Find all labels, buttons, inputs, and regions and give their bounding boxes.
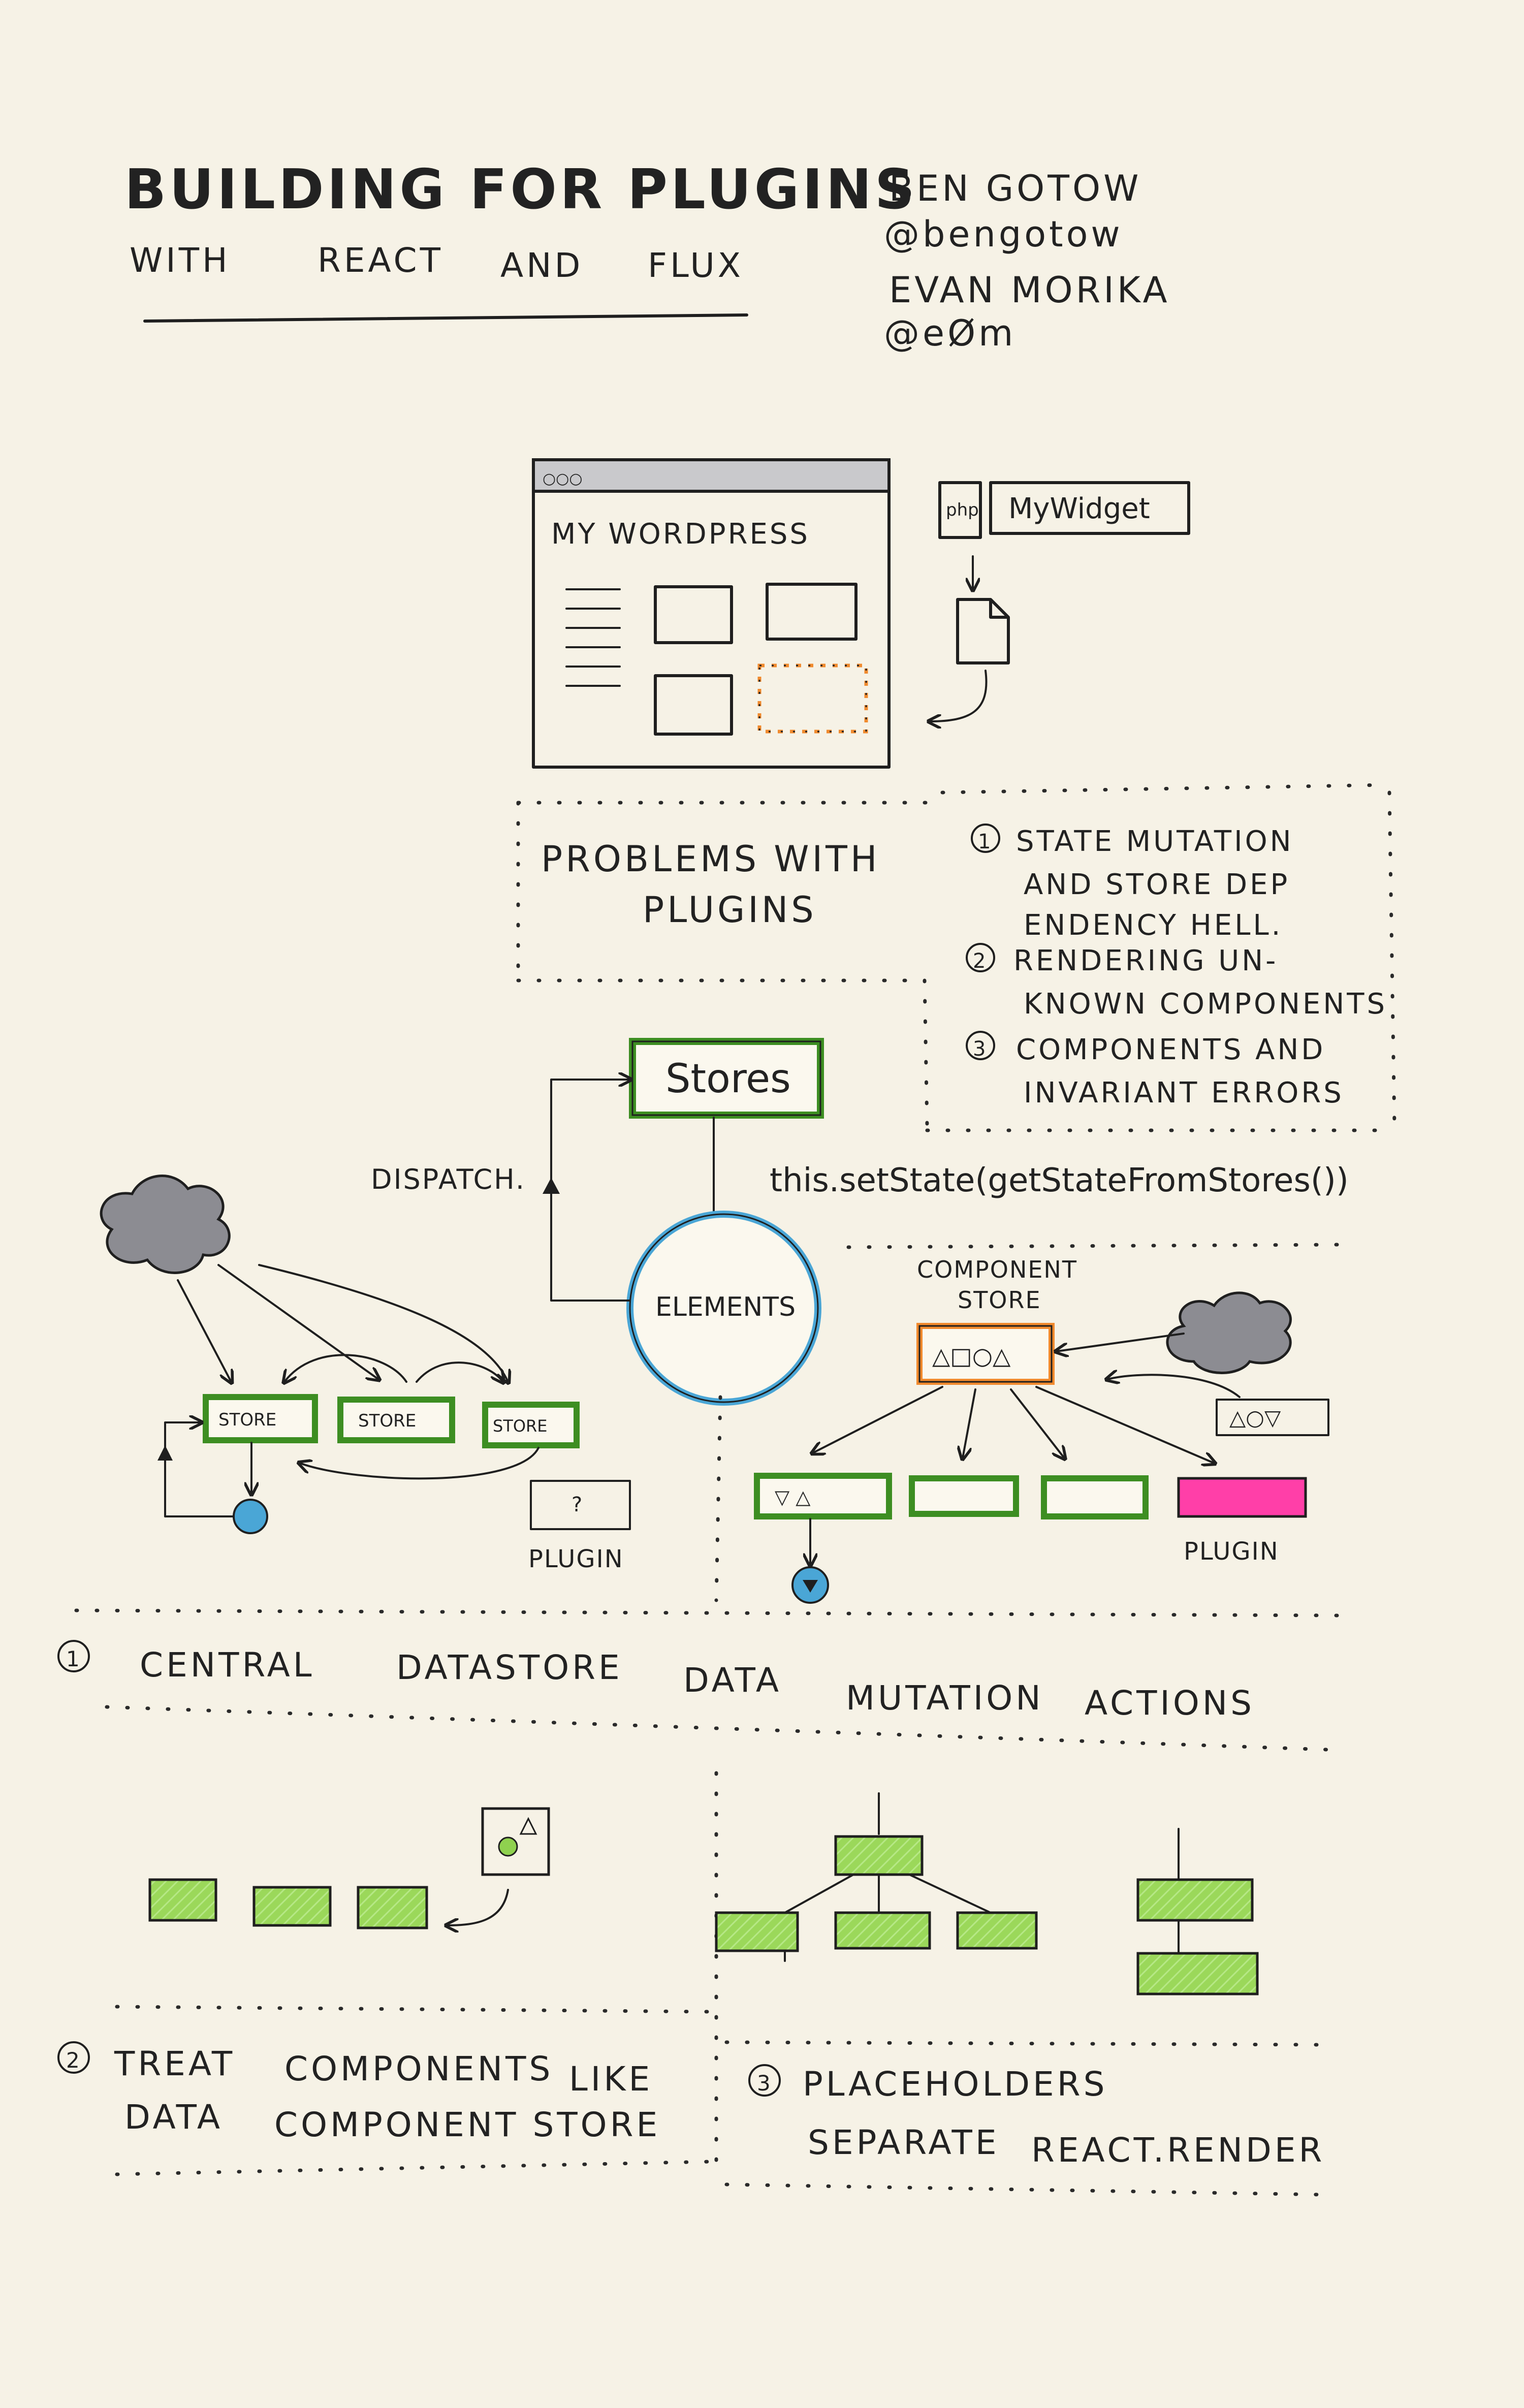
author-2-handle: @eØm xyxy=(884,312,1016,354)
subtitle: WITH REACT AND FLUX xyxy=(130,241,744,285)
svg-text:COMPONENTS AND: COMPONENTS AND xyxy=(1016,1033,1325,1066)
svg-text:STORE: STORE xyxy=(493,1416,548,1436)
subtitle-word-4: FLUX xyxy=(648,246,744,285)
problem-list: 1 STATE MUTATION AND STORE DEP ENDENCY H… xyxy=(966,823,1387,1110)
svg-text:2: 2 xyxy=(66,2048,80,2073)
cloud-icon-right xyxy=(1166,1291,1292,1374)
component-store-diagram: COMPONENT STORE △□○△ ▽ △ △○▽ PLUGIN xyxy=(754,1256,1329,1604)
plugin-label-right: PLUGIN xyxy=(1184,1537,1279,1566)
svg-text:CENTRAL: CENTRAL xyxy=(140,1645,315,1685)
svg-text:1: 1 xyxy=(66,1646,80,1671)
data-block-2 xyxy=(252,1886,332,1927)
svg-text:ACTIONS: ACTIONS xyxy=(1085,1684,1255,1723)
tree-root-block xyxy=(834,1835,924,1876)
title-underline xyxy=(143,313,748,323)
svg-text:RENDERING UN-: RENDERING UN- xyxy=(1013,944,1278,977)
cloud-icon xyxy=(100,1175,231,1274)
component-slot-plugin xyxy=(1177,1477,1307,1518)
widget-block-3 xyxy=(654,674,733,736)
svg-text:DATASTORE: DATASTORE xyxy=(396,1648,623,1687)
svg-text:?: ? xyxy=(572,1493,582,1516)
menu-lines-icon xyxy=(565,588,621,687)
window-dots: ○○○ xyxy=(543,470,583,488)
svg-text:INVARIANT ERRORS: INVARIANT ERRORS xyxy=(1024,1076,1344,1110)
subtitle-word-3: AND xyxy=(500,246,583,285)
svg-text:php: php xyxy=(946,500,979,520)
plugin-label-left: PLUGIN xyxy=(528,1545,624,1573)
section-3-diagram xyxy=(715,1792,1259,1995)
problems-title-line2: PLUGINS xyxy=(643,889,817,931)
svg-text:LIKE: LIKE xyxy=(569,2060,653,2099)
svg-text:PLACEHOLDERS: PLACEHOLDERS xyxy=(803,2065,1107,2104)
sketchnote-canvas: BUILDING FOR PLUGINS WITH REACT AND FLUX… xyxy=(57,158,1396,2197)
component-slot-3 xyxy=(1041,1475,1149,1519)
problems-title-line1: PROBLEMS WITH xyxy=(541,838,880,880)
component-slot-2 xyxy=(909,1475,1019,1517)
widget-block-2 xyxy=(766,583,858,641)
set-state-label: this.setState(getStateFromStores()) xyxy=(770,1162,1349,1199)
svg-text:ENDENCY HELL.: ENDENCY HELL. xyxy=(1024,909,1283,942)
svg-text:STORE: STORE xyxy=(218,1410,276,1430)
svg-text:KNOWN COMPONENTS: KNOWN COMPONENTS xyxy=(1024,988,1387,1021)
svg-text:SEPARATE: SEPARATE xyxy=(808,2123,1000,2162)
svg-text:2: 2 xyxy=(973,949,988,973)
svg-text:DATA: DATA xyxy=(124,2098,223,2137)
widget-block-1 xyxy=(654,585,733,644)
section-1: 1 CENTRAL DATASTORE DATA MUTATION ACTION… xyxy=(57,1608,1343,1752)
header: BUILDING FOR PLUGINS WITH REACT AND FLUX… xyxy=(124,158,1170,354)
action-dot xyxy=(233,1499,268,1534)
section-2: 2 TREAT COMPONENTS LIKE DATA COMPONENT S… xyxy=(57,2005,713,2176)
placeholder-block-top xyxy=(1136,1878,1254,1922)
svg-text:3: 3 xyxy=(757,2071,771,2096)
placeholder-block-bottom xyxy=(1136,1952,1259,1995)
plugin-symbols: △○▽ xyxy=(1229,1405,1281,1430)
svg-text:3: 3 xyxy=(973,1037,988,1061)
svg-text:MUTATION: MUTATION xyxy=(846,1678,1044,1718)
svg-text:TREAT: TREAT xyxy=(114,2044,235,2083)
author-1-name: BEN GOTOW xyxy=(889,168,1141,209)
svg-text:STORE: STORE xyxy=(358,1411,416,1431)
component-icon-triangle xyxy=(519,1817,537,1835)
authors: BEN GOTOW @bengotow EVAN MORIKA @eØm xyxy=(884,168,1170,354)
file-icon xyxy=(956,598,1010,664)
component-store-title-1: COMPONENT xyxy=(917,1256,1077,1283)
window-titlebar xyxy=(532,458,891,493)
widget-label: MyWidget xyxy=(1008,492,1150,525)
tree-child-block-1 xyxy=(715,1911,799,1952)
elements-label: ELEMENTS xyxy=(655,1292,796,1322)
svg-text:REACT.RENDER: REACT.RENDER xyxy=(1031,2131,1325,2170)
dispatch-triangle-icon xyxy=(543,1178,560,1194)
svg-text:STATE MUTATION: STATE MUTATION xyxy=(1016,825,1294,858)
title: BUILDING FOR PLUGINS xyxy=(124,158,917,221)
tree-child-block-2 xyxy=(834,1911,931,1950)
author-1-handle: @bengotow xyxy=(884,213,1123,255)
dispatch-label: DISPATCH. xyxy=(371,1163,526,1195)
subtitle-word-2: REACT xyxy=(318,241,443,280)
component-slot-1-symbols: ▽ △ xyxy=(775,1486,811,1508)
svg-text:AND STORE DEP: AND STORE DEP xyxy=(1024,868,1290,901)
widget-placeholder xyxy=(757,663,868,734)
data-block-3 xyxy=(357,1886,428,1929)
subtitle-word-1: WITH xyxy=(130,241,231,280)
component-store-symbols: △□○△ xyxy=(932,1342,1011,1370)
plugin-file-flow: php MyWidget xyxy=(930,481,1190,721)
svg-text:COMPONENT STORE: COMPONENT STORE xyxy=(274,2105,660,2144)
component-store-title-2: STORE xyxy=(958,1286,1041,1314)
author-2-name: EVAN MORIKA xyxy=(889,269,1170,311)
section-2-diagram xyxy=(148,1807,550,1929)
svg-text:COMPONENTS: COMPONENTS xyxy=(284,2049,553,2088)
wordpress-window: ○○○ MY WORDPRESS xyxy=(532,458,891,769)
section-3: 3 PLACEHOLDERS SEPARATE REACT.RENDER xyxy=(724,2040,1325,2197)
component-icon-dot xyxy=(498,1836,518,1857)
data-block-1 xyxy=(148,1878,217,1922)
tree-child-block-3 xyxy=(956,1911,1038,1950)
stores-label: Stores xyxy=(665,1056,791,1102)
window-title: MY WORDPRESS xyxy=(551,518,810,551)
svg-text:DATA: DATA xyxy=(683,1661,782,1700)
svg-text:1: 1 xyxy=(978,830,993,853)
